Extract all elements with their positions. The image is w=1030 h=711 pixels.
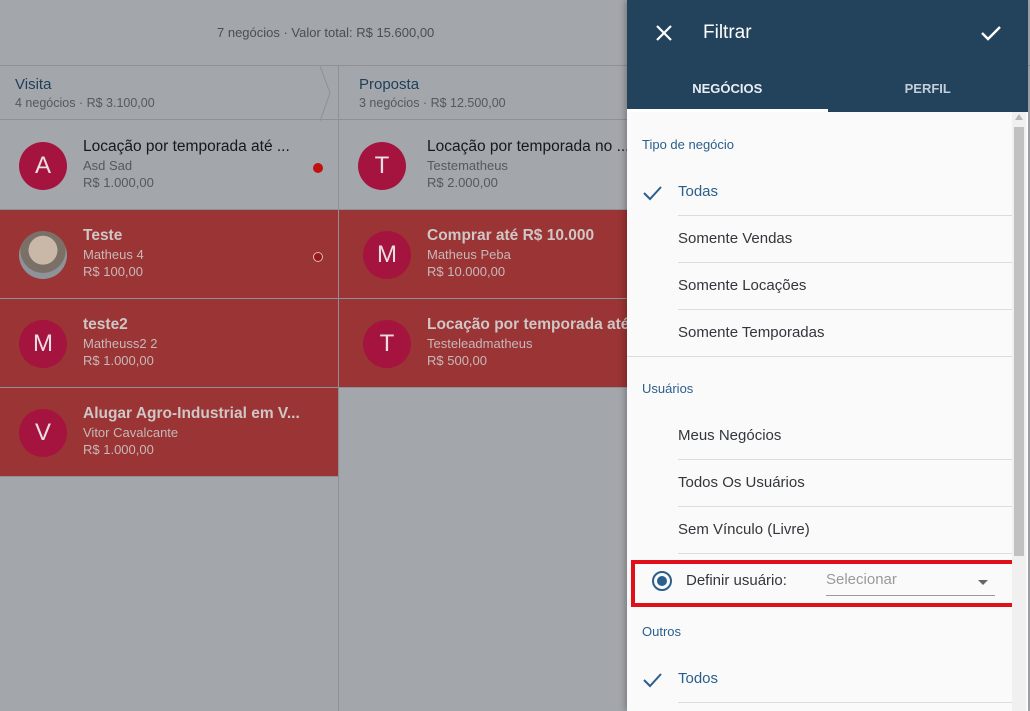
option-todos-usuarios[interactable]: Todos Os Usuários [627, 460, 1012, 507]
deal-title: Alugar Agro-Industrial em V... [83, 405, 300, 422]
scroll-thumb[interactable] [1014, 127, 1024, 556]
filter-tabs: NEGÓCIOS PERFIL [627, 64, 1028, 112]
filter-body: Tipo de negócio Todas Somente Vendas Som… [627, 112, 1028, 711]
stage-title: Visita [15, 76, 52, 93]
option-label: Todos Os Usuários [678, 474, 805, 491]
stage-subtitle: 3 negócios · R$ 12.500,00 [359, 96, 506, 110]
deal-person: Matheus 4 [83, 247, 144, 262]
deal-person: Vitor Cavalcante [83, 425, 179, 440]
define-user-radio[interactable] [652, 571, 672, 591]
filter-panel: Filtrar NEGÓCIOS PERFIL Tipo de negócio … [627, 0, 1028, 711]
stage-subtitle: 4 negócios · R$ 3.100,00 [15, 96, 155, 110]
deal-title: Locação por temporada no ... [427, 138, 630, 155]
select-placeholder: Selecionar [826, 571, 897, 588]
divider [678, 702, 1012, 703]
scroll-up-arrow-icon[interactable] [1015, 114, 1023, 120]
avatar: T [363, 320, 411, 368]
deal-card[interactable]: Teste Matheus 4 R$ 100,00 [0, 210, 338, 299]
option-somente-vendas[interactable]: Somente Vendas [627, 216, 1012, 263]
avatar: T [358, 142, 406, 190]
option-label: Somente Temporadas [678, 324, 825, 341]
section-usuarios: Usuários [642, 381, 694, 396]
deal-person: Asd Sad [83, 158, 133, 173]
option-meus-negocios[interactable]: Meus Negócios [627, 413, 1012, 460]
option-sem-vinculo[interactable]: Sem Vínculo (Livre) [627, 507, 1012, 554]
option-somente-locacoes[interactable]: Somente Locações [627, 263, 1012, 310]
avatar: M [19, 320, 67, 368]
deal-value: R$ 1.000,00 [83, 353, 154, 368]
deal-value: R$ 2.000,00 [427, 175, 498, 190]
option-label: Sem Vínculo (Livre) [678, 521, 810, 538]
avatar: M [363, 231, 411, 279]
deal-value: R$ 500,00 [427, 353, 487, 368]
option-todos[interactable]: Todos [627, 656, 1012, 703]
deal-card[interactable]: V Alugar Agro-Industrial em V... Vitor C… [0, 388, 338, 477]
deal-title: Comprar até R$ 10.000 [427, 227, 595, 244]
notification-dot-icon [313, 163, 323, 173]
confirm-check-icon[interactable] [978, 20, 1004, 46]
option-label: Somente Vendas [678, 230, 793, 247]
dropdown-caret-icon [978, 580, 988, 585]
option-label: Todas [678, 183, 719, 200]
check-icon [643, 673, 662, 688]
divider [627, 356, 1012, 357]
deal-value: R$ 1.000,00 [83, 175, 154, 190]
notification-dot-icon [313, 252, 323, 262]
option-label: Todos [678, 670, 719, 687]
section-outros: Outros [642, 624, 682, 639]
deal-card[interactable]: M Comprar até R$ 10.000 Matheus Peba R$ … [339, 210, 639, 299]
option-label: Meus Negócios [678, 427, 782, 444]
section-tipo-negocio: Tipo de negócio [642, 137, 735, 152]
avatar: V [19, 409, 67, 457]
option-somente-temporadas[interactable]: Somente Temporadas [627, 310, 1012, 357]
stage-header-visita[interactable]: Visita 4 negócios · R$ 3.100,00 [0, 66, 338, 120]
stage-header-proposta[interactable]: Proposta 3 negócios · R$ 12.500,00 [339, 66, 639, 120]
deal-person: Matheus Peba [427, 247, 511, 262]
stage-title: Proposta [359, 76, 420, 93]
avatar-photo [19, 231, 67, 279]
deal-title: teste2 [83, 316, 128, 333]
deal-title: Locação por temporada até ... [427, 316, 647, 333]
deal-card[interactable]: A Locação por temporada até ... Asd Sad … [0, 121, 338, 210]
check-icon [643, 186, 662, 201]
deal-title: Locação por temporada até ... [83, 138, 290, 155]
tab-negocios[interactable]: NEGÓCIOS [627, 64, 828, 112]
deal-person: Testeleadmatheus [427, 336, 533, 351]
scrollbar[interactable] [1012, 112, 1026, 711]
deal-title: Teste [83, 227, 123, 244]
filter-title: Filtrar [703, 22, 752, 43]
tab-perfil[interactable]: PERFIL [828, 64, 1029, 112]
divider [678, 553, 1012, 554]
deal-card[interactable]: T Locação por temporada no ... Testemath… [339, 121, 639, 210]
filter-header: Filtrar NEGÓCIOS PERFIL [627, 0, 1028, 112]
deal-person: Testematheus [427, 158, 508, 173]
deal-value: R$ 1.000,00 [83, 442, 154, 457]
deal-card[interactable]: T Locação por temporada até ... Testelea… [339, 299, 647, 388]
close-icon[interactable] [651, 20, 677, 46]
option-label: Somente Locações [678, 277, 807, 294]
option-todas[interactable]: Todas [627, 169, 1012, 216]
avatar: A [19, 142, 67, 190]
deal-person: Matheuss2 2 [83, 336, 158, 351]
deal-value: R$ 10.000,00 [427, 264, 506, 279]
user-select[interactable]: Selecionar [826, 569, 995, 596]
deal-card[interactable]: M teste2 Matheuss2 2 R$ 1.000,00 [0, 299, 338, 388]
define-user-label: Definir usuário: [686, 572, 787, 589]
deal-value: R$ 100,00 [83, 264, 143, 279]
stage-chevron-icon [319, 66, 331, 121]
